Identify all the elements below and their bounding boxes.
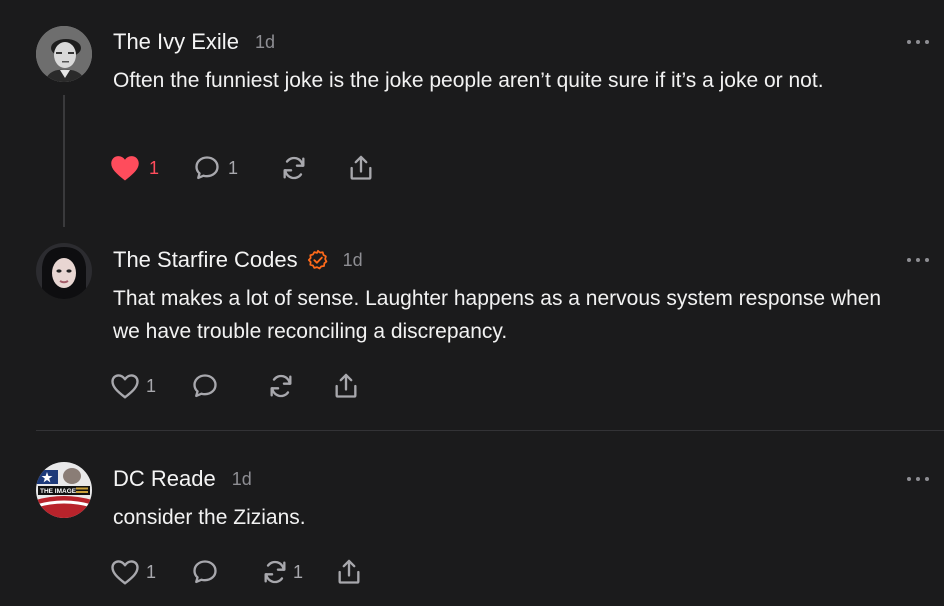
like-count: 1: [146, 375, 157, 396]
like-button[interactable]: 1: [110, 371, 156, 401]
speech-bubble-icon: [193, 560, 217, 584]
reply-count: 1: [228, 157, 239, 178]
restack-icon: [270, 374, 292, 398]
timestamp[interactable]: 1d: [343, 250, 363, 271]
heart-icon: [111, 374, 139, 399]
the-image-logo-icon: THE IMAGE: [36, 462, 92, 518]
share-icon: [335, 373, 357, 398]
avatar[interactable]: [36, 26, 92, 82]
like-button[interactable]: 1: [110, 557, 156, 587]
author-name[interactable]: DC Reade: [113, 466, 216, 492]
man-portrait-icon: [36, 26, 92, 82]
comment-text: consider the Zizians.: [113, 506, 306, 529]
author-name[interactable]: The Ivy Exile: [113, 29, 239, 55]
heart-icon: [111, 560, 139, 585]
restack-button[interactable]: [267, 371, 295, 401]
share-button[interactable]: [335, 557, 363, 587]
avatar[interactable]: THE IMAGE: [36, 462, 92, 518]
like-count: 1: [149, 157, 160, 178]
restack-icon: [264, 560, 286, 584]
restack-button[interactable]: 1: [261, 557, 303, 587]
reply-button[interactable]: [191, 557, 219, 587]
woman-portrait-icon: [36, 243, 92, 299]
restack-count: 1: [293, 561, 304, 582]
author-name[interactable]: The Starfire Codes: [113, 247, 298, 273]
avatar[interactable]: [36, 243, 92, 299]
comment-text: Often the funniest joke is the joke peop…: [113, 69, 824, 92]
more-options-icon[interactable]: [907, 256, 929, 264]
timestamp[interactable]: 1d: [255, 32, 275, 53]
like-count: 1: [146, 561, 157, 582]
share-button[interactable]: [347, 153, 375, 183]
like-button[interactable]: 1: [110, 153, 159, 183]
svg-text:THE IMAGE: THE IMAGE: [40, 488, 77, 495]
timestamp[interactable]: 1d: [232, 469, 252, 490]
speech-bubble-icon: [193, 374, 217, 398]
comment-divider: [36, 430, 944, 431]
more-options-icon[interactable]: [907, 475, 929, 483]
share-button[interactable]: [332, 371, 360, 401]
thread-line: [63, 95, 65, 227]
comment-text: That makes a lot of sense. Laughter happ…: [113, 287, 882, 343]
speech-bubble-icon: [195, 156, 219, 180]
heart-icon: [111, 156, 139, 181]
restack-button[interactable]: [280, 153, 308, 183]
restack-icon: [283, 156, 305, 180]
reply-button[interactable]: 1: [193, 153, 238, 183]
verified-badge-icon: [307, 249, 329, 271]
share-icon: [338, 559, 360, 584]
share-icon: [350, 155, 372, 180]
more-options-icon[interactable]: [907, 38, 929, 46]
reply-button[interactable]: [191, 371, 219, 401]
